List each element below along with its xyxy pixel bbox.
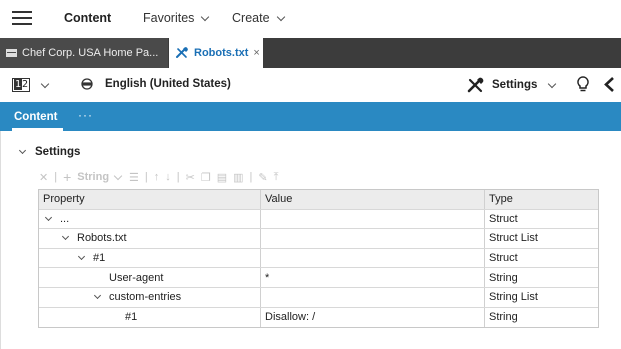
document-tab-bar: Chef Corp. USA Home Pa... Robots.txt ×	[0, 38, 621, 68]
chevron-down-icon	[201, 12, 210, 21]
tab-content[interactable]: Content	[11, 102, 64, 131]
move-down-icon[interactable]: ↓	[165, 171, 171, 183]
language-selector[interactable]: English (United States)	[80, 78, 231, 90]
chevron-down-icon	[40, 79, 50, 88]
settings-title: Settings	[35, 146, 81, 158]
upload-icon[interactable]: ⤒	[274, 171, 279, 184]
language-label: English (United States)	[105, 78, 231, 90]
page-icon	[6, 49, 17, 57]
menu-create[interactable]: Create	[232, 11, 285, 25]
close-icon[interactable]: ×	[253, 47, 259, 59]
property-cell: Robots.txt	[39, 229, 261, 248]
expand-chevron-icon[interactable]	[61, 233, 70, 241]
split-view-icon: 12	[12, 78, 31, 92]
value-cell[interactable]: Disallow: /	[261, 307, 485, 328]
lightbulb-button[interactable]	[577, 76, 589, 93]
tools-icon	[467, 77, 484, 93]
tab-robots-txt-label: Robots.txt	[194, 47, 249, 59]
collapse-panel-button[interactable]	[604, 76, 615, 93]
content-area: Settings ✕ | + String ☰ | ↑ ↓ | ✂ ❐ ▤ ▥ …	[0, 131, 621, 349]
property-name: #1	[93, 252, 106, 265]
struct-toolbar: ✕ | + String ☰ | ↑ ↓ | ✂ ❐ ▤ ▥ | ✎ ⤒	[39, 169, 285, 185]
menu-content-label: Content	[64, 11, 112, 25]
edit-icon[interactable]: ✎	[258, 171, 267, 184]
column-header-property[interactable]: Property	[39, 190, 261, 209]
property-cell: custom-entries	[39, 287, 261, 307]
menu-content[interactable]: Content	[64, 11, 111, 25]
paste-special-icon[interactable]: ▥	[233, 171, 243, 184]
content-tab-strip: Content ···	[0, 102, 621, 131]
settings-section-header[interactable]: Settings	[18, 146, 81, 158]
property-name: Robots.txt	[77, 232, 127, 245]
tab-home-page[interactable]: Chef Corp. USA Home Pa...	[0, 38, 168, 68]
delete-icon[interactable]: ✕	[39, 171, 48, 184]
tools-icon	[176, 47, 188, 58]
type-cell: Struct	[489, 212, 518, 225]
copy-icon[interactable]: ❐	[201, 171, 211, 184]
property-name: User-agent	[109, 271, 164, 284]
type-cell: String	[489, 271, 518, 284]
table-row[interactable]: custom-entries String List	[39, 287, 598, 308]
property-cell: ...	[39, 209, 261, 229]
settings-label: Settings	[492, 79, 538, 91]
add-icon[interactable]: +	[63, 169, 71, 185]
table-row[interactable]: #1 Struct	[39, 248, 598, 269]
menu-favorites[interactable]: Favorites	[143, 11, 210, 25]
property-name: custom-entries	[109, 291, 182, 304]
editor-toolbar: 12 English (United States) Settings	[0, 68, 621, 102]
value-cell[interactable]	[261, 229, 485, 248]
paste-icon[interactable]: ▤	[217, 171, 227, 184]
more-options-icon[interactable]: ···	[78, 108, 93, 122]
chevron-down-icon	[18, 146, 27, 155]
property-name: #1	[125, 311, 138, 324]
table-row[interactable]: #1 Disallow: / String	[39, 307, 598, 328]
table-row[interactable]: User-agent * String	[39, 268, 598, 288]
menu-create-label: Create	[232, 11, 270, 25]
table-row[interactable]: ... Struct	[39, 209, 598, 230]
settings-dropdown[interactable]: Settings	[466, 77, 557, 93]
type-selector-label[interactable]: String	[77, 171, 109, 183]
divider: |	[249, 171, 253, 183]
property-cell: #1	[39, 248, 261, 268]
tab-home-page-label: Chef Corp. USA Home Pa...	[22, 47, 159, 59]
divider: |	[54, 171, 58, 183]
property-cell: User-agent	[39, 268, 261, 287]
view-selector[interactable]: 12	[12, 78, 50, 92]
column-header-value[interactable]: Value	[261, 190, 485, 209]
tab-robots-txt[interactable]: Robots.txt ×	[169, 38, 263, 68]
expand-chevron-icon[interactable]	[93, 292, 102, 300]
tab-content-label: Content	[14, 110, 58, 123]
type-cell: Struct	[489, 252, 518, 265]
chevron-left-icon	[604, 77, 614, 92]
divider: |	[144, 171, 148, 183]
value-cell[interactable]	[261, 248, 485, 268]
value-cell[interactable]	[261, 287, 485, 307]
type-cell: String List	[489, 291, 538, 304]
lightbulb-icon	[577, 76, 589, 92]
table-row[interactable]: Robots.txt Struct List	[39, 229, 598, 249]
cut-icon[interactable]: ✂	[186, 171, 195, 184]
menu-favorites-label: Favorites	[143, 11, 195, 25]
list-icon[interactable]: ☰	[129, 171, 139, 184]
translate-icon	[81, 78, 93, 90]
property-cell: #1	[39, 307, 261, 328]
property-grid: Property Value Type ... Struct Robots.tx…	[38, 189, 599, 329]
grid-header-row: Property Value Type	[39, 190, 598, 210]
chevron-down-icon	[113, 171, 123, 180]
move-up-icon[interactable]: ↑	[154, 171, 160, 183]
divider: |	[176, 171, 180, 183]
value-cell[interactable]	[261, 209, 485, 229]
hamburger-menu-icon[interactable]	[12, 11, 32, 27]
chevron-down-icon	[548, 79, 557, 88]
type-cell: Struct List	[489, 232, 538, 245]
type-cell: String	[489, 311, 518, 324]
expand-chevron-icon[interactable]	[44, 213, 53, 221]
value-cell[interactable]: *	[261, 268, 485, 287]
top-menu-bar: Content Favorites Create	[0, 0, 621, 38]
property-name: ...	[60, 212, 70, 225]
chevron-down-icon	[276, 12, 285, 21]
expand-chevron-icon[interactable]	[77, 253, 86, 261]
column-header-type[interactable]: Type	[485, 190, 598, 209]
